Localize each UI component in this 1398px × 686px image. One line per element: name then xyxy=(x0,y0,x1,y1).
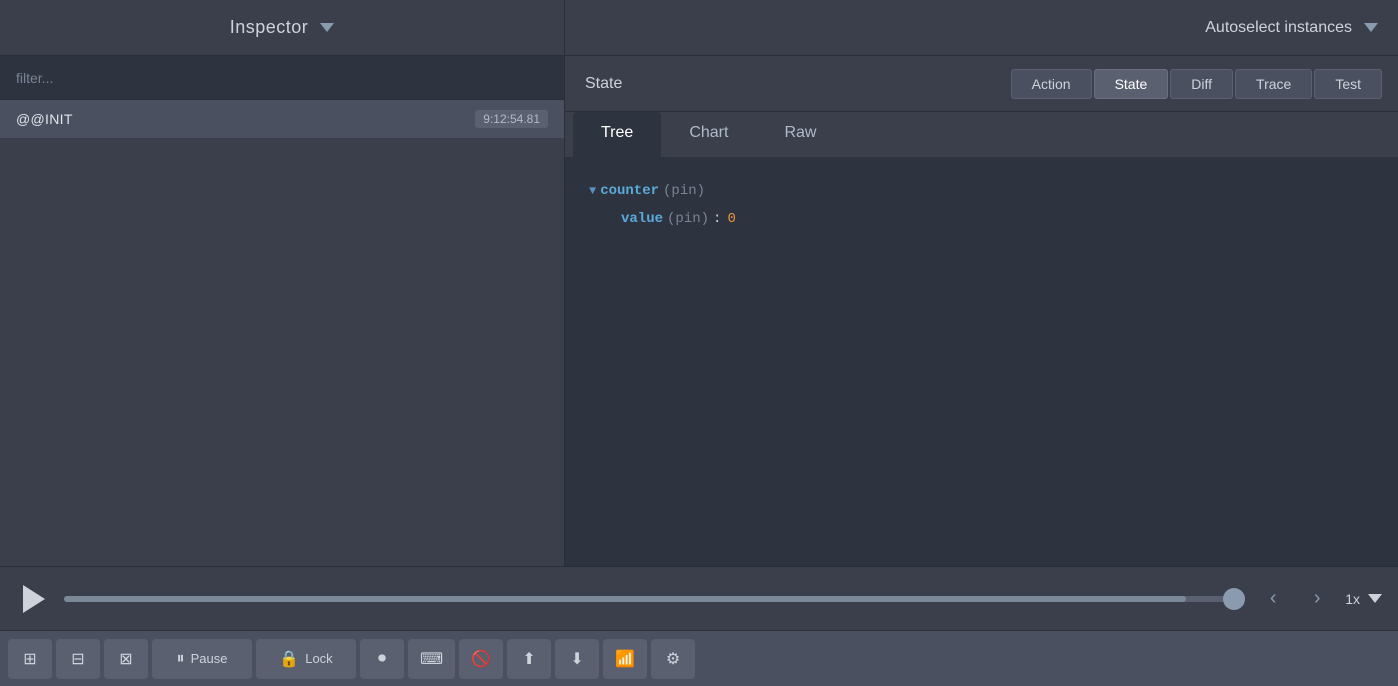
toolbar-camera-button[interactable]: 🚫 xyxy=(459,639,503,679)
action-item-time: 9:12:54.81 xyxy=(475,110,548,128)
autoselect-label: Autoselect instances xyxy=(1205,19,1352,37)
toolbar-grid3-button[interactable]: ⊠ xyxy=(104,639,148,679)
inspector-title: Inspector xyxy=(230,17,309,38)
lock-icon: 🔒 xyxy=(279,649,299,669)
autoselect-chevron-icon[interactable] xyxy=(1364,23,1378,32)
keyboard-icon: ⌨ xyxy=(420,649,443,669)
scrubber-fill xyxy=(64,596,1186,602)
play-icon xyxy=(23,585,45,613)
top-header: Inspector Autoselect instances xyxy=(0,0,1398,56)
tab-action[interactable]: Action xyxy=(1011,69,1092,99)
tab-test[interactable]: Test xyxy=(1314,69,1382,99)
inspector-chevron-icon[interactable] xyxy=(320,23,334,32)
tree-child-annotation: (pin) xyxy=(667,205,709,233)
toolbar-signal-button[interactable]: 📶 xyxy=(603,639,647,679)
toolbar-grid1-button[interactable]: ⊞ xyxy=(8,639,52,679)
next-icon xyxy=(1314,587,1321,610)
speed-label: 1x xyxy=(1345,591,1360,607)
toolbar-pause-button[interactable]: ⏸ Pause xyxy=(152,639,252,679)
tab-diff[interactable]: Diff xyxy=(1170,69,1233,99)
camera-icon: 🚫 xyxy=(471,649,491,669)
toolbar-record-button[interactable]: ⏺ xyxy=(360,639,404,679)
tree-value-row: value (pin) : 0 xyxy=(621,205,1374,233)
toolbar-upload-button[interactable]: ⬆ xyxy=(507,639,551,679)
scrubber-container[interactable] xyxy=(64,587,1245,611)
autoselect-header: Autoselect instances xyxy=(565,19,1398,37)
settings-icon: ⚙ xyxy=(666,649,680,669)
download-icon: ⬇ xyxy=(570,649,583,669)
signal-icon: 📶 xyxy=(615,649,635,669)
toolbar-settings-button[interactable]: ⚙ xyxy=(651,639,695,679)
tree-colon: : xyxy=(713,205,721,233)
right-panel: State Action State Diff Trace Test Tree … xyxy=(565,56,1398,566)
next-button[interactable] xyxy=(1301,583,1333,615)
grid3-icon: ⊠ xyxy=(119,649,132,669)
pause-label: Pause xyxy=(191,651,228,666)
tree-children: value (pin) : 0 xyxy=(589,205,1374,233)
playback-bar: 1x xyxy=(0,566,1398,630)
tab-buttons: Action State Diff Trace Test xyxy=(1009,69,1382,99)
tree-caret-icon[interactable]: ▼ xyxy=(589,179,596,203)
right-panel-header: State Action State Diff Trace Test xyxy=(565,56,1398,112)
tree-root-key: counter xyxy=(600,177,659,205)
play-button[interactable] xyxy=(16,581,52,617)
action-item-name: @@INIT xyxy=(16,111,73,127)
tree-root-row: ▼ counter (pin) xyxy=(589,177,1374,205)
tree-child-key: value xyxy=(621,205,663,233)
inspector-header: Inspector xyxy=(0,0,565,55)
tree-content: ▼ counter (pin) value (pin) : 0 xyxy=(565,157,1398,566)
sub-tab-raw[interactable]: Raw xyxy=(756,112,844,157)
tab-trace[interactable]: Trace xyxy=(1235,69,1312,99)
toolbar-download-button[interactable]: ⬇ xyxy=(555,639,599,679)
toolbar-grid2-button[interactable]: ⊟ xyxy=(56,639,100,679)
bottom-toolbar: ⊞ ⊟ ⊠ ⏸ Pause 🔒 Lock ⏺ ⌨ 🚫 ⬆ ⬇ 📶 ⚙ xyxy=(0,630,1398,686)
tree-child-value: 0 xyxy=(727,205,735,233)
toolbar-lock-button[interactable]: 🔒 Lock xyxy=(256,639,356,679)
prev-icon xyxy=(1270,587,1277,610)
record-icon: ⏺ xyxy=(378,650,386,668)
sub-tabs: Tree Chart Raw xyxy=(565,112,1398,157)
action-item[interactable]: @@INIT 9:12:54.81 xyxy=(0,100,564,139)
scrubber-thumb[interactable] xyxy=(1223,588,1245,610)
prev-button[interactable] xyxy=(1257,583,1289,615)
main-content: @@INIT 9:12:54.81 State Action State Dif… xyxy=(0,56,1398,566)
grid1-icon: ⊞ xyxy=(23,649,36,669)
tab-state[interactable]: State xyxy=(1094,69,1169,99)
speed-chevron-icon xyxy=(1368,594,1382,603)
toolbar-keyboard-button[interactable]: ⌨ xyxy=(408,639,455,679)
action-list: @@INIT 9:12:54.81 xyxy=(0,100,564,566)
speed-selector[interactable]: 1x xyxy=(1345,591,1382,607)
tree-root-annotation: (pin) xyxy=(663,177,705,205)
scrubber-track xyxy=(64,596,1245,602)
lock-label: Lock xyxy=(305,651,332,666)
sub-tab-tree[interactable]: Tree xyxy=(573,112,661,157)
filter-input[interactable] xyxy=(0,56,564,100)
grid2-icon: ⊟ xyxy=(71,649,84,669)
left-panel: @@INIT 9:12:54.81 xyxy=(0,56,565,566)
upload-icon: ⬆ xyxy=(522,649,535,669)
pause-icon: ⏸ xyxy=(177,650,185,668)
state-label: State xyxy=(581,75,1009,93)
sub-tab-chart[interactable]: Chart xyxy=(661,112,756,157)
